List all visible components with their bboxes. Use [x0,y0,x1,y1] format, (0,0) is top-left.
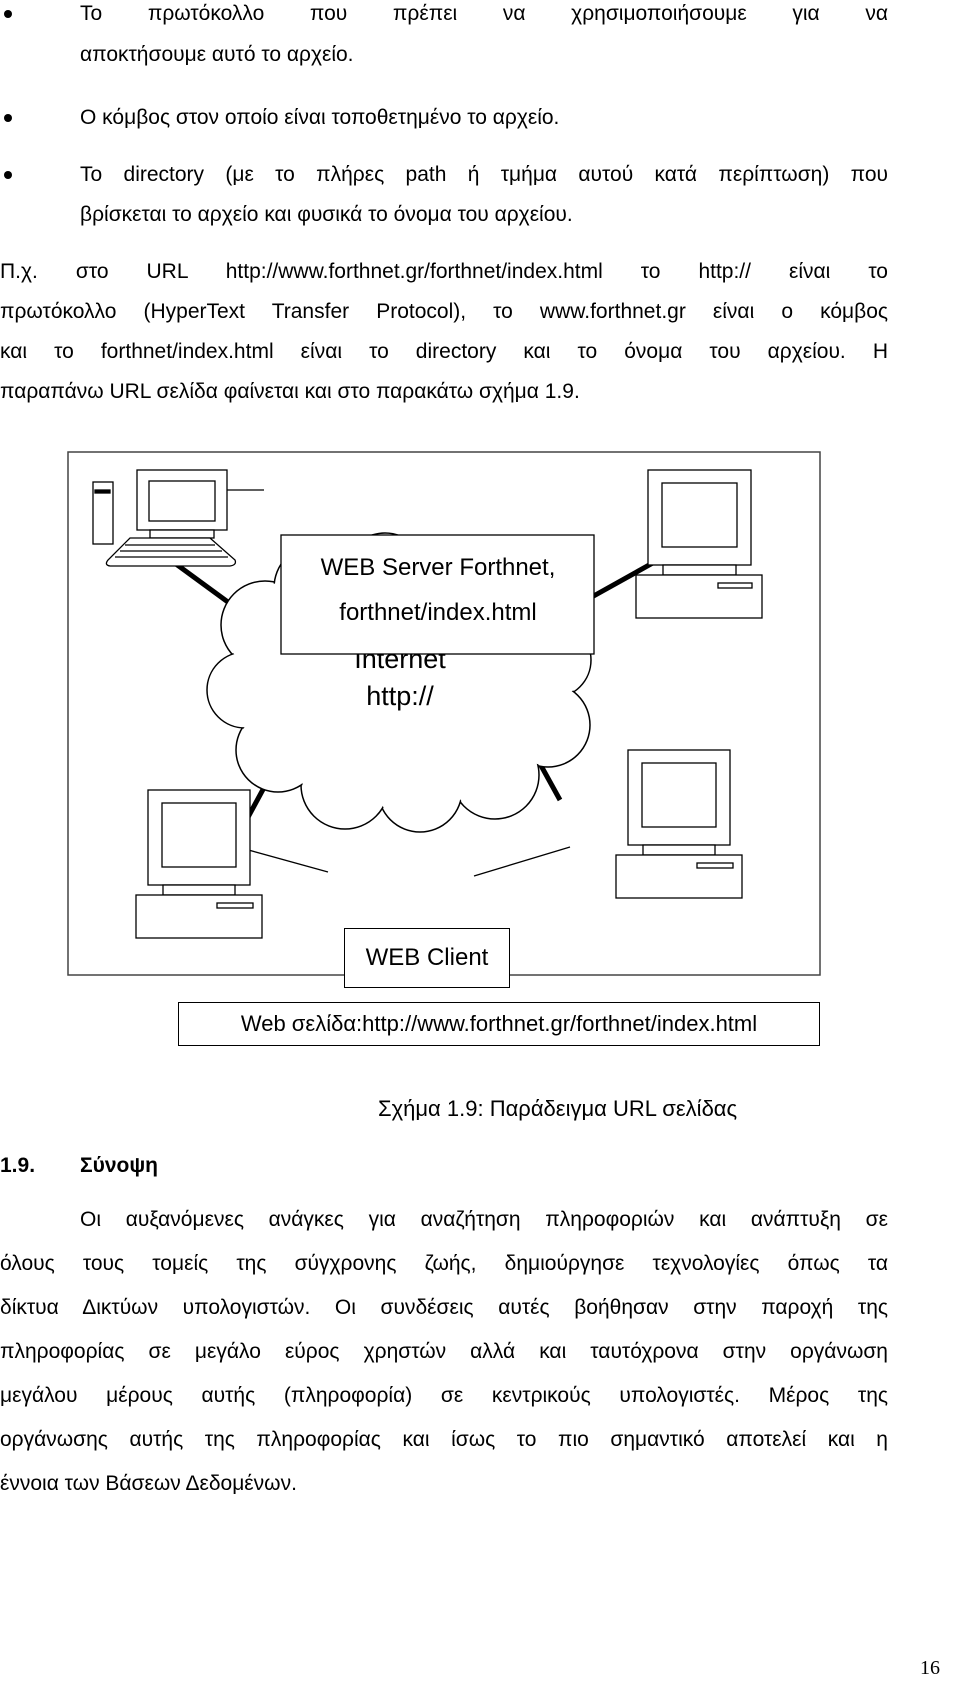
summary-line-6: οργάνωσης αυτής της πληροφορίας και ίσως… [0,1428,888,1451]
server-label-line-2: forthnet/index.html [339,599,536,626]
summary-line-2: όλους τους τομείς της σύγχρονης ζωής, δη… [0,1252,888,1275]
page-number: 16 [920,1657,940,1679]
client-label-box: WEB Client [344,928,510,988]
server-label-line-1: WEB Server Forthnet, [321,554,556,581]
summary-line-1: Οι αυξανόμενες ανάγκες για αναζήτηση πλη… [80,1208,888,1231]
cloud-label-http: http:// [366,681,434,711]
summary-line-3: δίκτυα Δικτύων υπολογιστών. Οι συνδέσεις… [0,1296,888,1319]
server-label-box: WEB Server Forthnet, forthnet/index.html [280,534,595,655]
summary-line-4: πληροφορίας σε μεγάλο εύρος χρηστών αλλά… [0,1340,888,1363]
section-title: Σύνοψη [80,1154,158,1177]
page-url-label: Web σελίδα:http://www.forthnet.gr/forthn… [240,1011,758,1036]
computer-icon [615,749,743,899]
summary-line-5: μεγάλου μέρους αυτής (πληροφορία) σε κεν… [0,1384,888,1407]
summary-line-7: έννοια των Βάσεων Δεδομένων. [0,1472,297,1495]
section-number: 1.9. [0,1154,36,1177]
computer-icon [635,469,763,619]
server-computer-icon [92,469,237,567]
client-computer-icon [135,789,263,939]
figure-caption: Σχήμα 1.9: Παράδειγμα URL σελίδας [378,1096,738,1121]
page-label-box: Web σελίδα:http://www.forthnet.gr/forthn… [178,1002,820,1046]
client-label: WEB Client [365,944,489,971]
